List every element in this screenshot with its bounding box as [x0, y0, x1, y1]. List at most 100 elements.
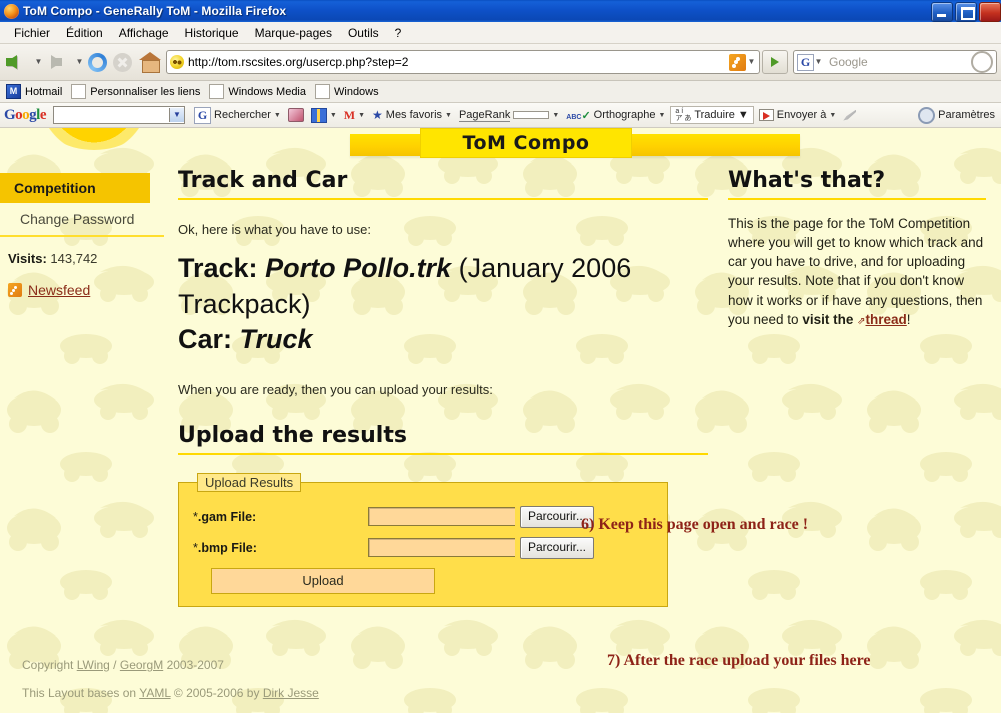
restore-button[interactable] [955, 2, 977, 22]
chevron-down-icon[interactable]: ▼ [552, 112, 559, 119]
site-banner-bar: ToM Compo [350, 128, 800, 158]
rss-feed-icon[interactable] [729, 53, 746, 71]
google-settings-button[interactable]: Paramètres [916, 106, 997, 124]
menu-edition[interactable]: Édition [58, 24, 111, 42]
address-bar[interactable]: http://tom.rscsites.org/usercp.php?step=… [166, 50, 760, 74]
navigation-toolbar: ▼ ▼ http://tom.rscsites.org/usercp.php?s… [0, 44, 1001, 81]
copyright-years: 2003-2007 [166, 658, 224, 672]
google-search-engine-icon[interactable]: G [797, 53, 814, 71]
bookmark-windows[interactable]: Windows [315, 84, 385, 99]
stop-icon[interactable] [113, 52, 132, 72]
right-column: What's that? This is the page for the To… [728, 168, 986, 329]
google-toolbar-search-input[interactable]: ▼ [53, 106, 186, 124]
bmp-file-browse-button[interactable]: Parcourir... [520, 536, 595, 559]
bookmark-label: Windows [334, 85, 379, 98]
track-and-car-info: Track: Porto Pollo.trk (January 2006 Tra… [178, 251, 708, 358]
forward-history-dropdown[interactable]: ▼ [75, 48, 84, 76]
send-to-button[interactable]: Envoyer à ▼ [757, 109, 838, 121]
menu-help[interactable]: ? [387, 24, 410, 42]
chevron-down-icon[interactable]: ▼ [658, 112, 665, 119]
rss-dropdown-icon[interactable]: ▼ [747, 48, 756, 76]
menu-affichage[interactable]: Affichage [111, 24, 177, 42]
google-search-label: Rechercher [214, 109, 271, 121]
forward-button[interactable] [45, 48, 73, 76]
main-column: Track and Car Ok, here is what you have … [178, 168, 708, 607]
menu-fichier[interactable]: Fichier [6, 24, 58, 42]
gam-file-label: *.gam File: [193, 510, 368, 524]
menu-outils[interactable]: Outils [340, 24, 387, 42]
author-lwing-link[interactable]: LWing [77, 658, 110, 672]
window-title: ToM Compo - GeneRally ToM - Mozilla Fire… [23, 4, 287, 18]
bookmarks-toolbar: Hotmail Personnaliser les liens Windows … [0, 81, 1001, 103]
sidebar-item-competition[interactable]: Competition [0, 173, 150, 203]
favicon-icon [170, 55, 184, 69]
sidebar-item-change-password[interactable]: Change Password [0, 203, 164, 235]
external-link-icon: ⇗ [857, 315, 866, 327]
search-icon[interactable] [971, 51, 993, 73]
chevron-down-icon[interactable]: ▼ [358, 112, 365, 119]
visits-counter: Visits: 143,742 [8, 251, 170, 266]
settings-label: Paramètres [938, 109, 995, 121]
newsfeed-link[interactable]: Newsfeed [28, 282, 90, 298]
google-bookmarks-button[interactable] [286, 108, 306, 122]
car-name: Truck [239, 324, 313, 355]
dirk-jesse-link[interactable]: Dirk Jesse [263, 686, 319, 700]
newsfeed-row[interactable]: Newsfeed [8, 282, 170, 298]
layout-prefix: This Layout bases on [22, 686, 137, 700]
site-banner-box: ToM Compo [420, 128, 632, 158]
visits-label: Visits: [8, 251, 47, 266]
star-icon: ★ [372, 108, 383, 122]
search-bar[interactable]: G ▼ Google [793, 50, 997, 74]
home-icon[interactable] [139, 52, 161, 73]
gam-file-label-text: .gam File: [197, 509, 257, 524]
google-favorites-button[interactable]: ★ Mes favoris ▼ [370, 108, 454, 122]
upload-submit-button[interactable]: Upload [211, 567, 435, 594]
yaml-link[interactable]: YAML [139, 686, 170, 700]
abc-check-icon: ABC✓ [566, 109, 591, 122]
car-label: Car: [178, 324, 233, 355]
thread-link[interactable]: thread [866, 312, 907, 327]
chevron-down-icon[interactable]: ▼ [738, 109, 749, 121]
reload-icon[interactable] [88, 52, 107, 72]
site-banner-title: ToM Compo [462, 132, 590, 154]
translate-chars-icon: a íア あ [675, 108, 692, 122]
gam-file-input[interactable] [368, 507, 515, 527]
window-titlebar: ToM Compo - GeneRally ToM - Mozilla Fire… [0, 0, 1001, 22]
go-button[interactable] [762, 50, 788, 74]
google-gift-button[interactable]: ▼ [309, 107, 339, 123]
chevron-down-icon[interactable]: ▼ [274, 112, 281, 119]
minimize-button[interactable] [931, 2, 953, 22]
author-separator: / [113, 658, 117, 672]
bookmark-windows-media[interactable]: Windows Media [209, 84, 312, 99]
menu-marque-pages[interactable]: Marque-pages [247, 24, 340, 42]
pagerank-label: PageRank [458, 108, 511, 122]
back-button[interactable] [4, 48, 32, 76]
bookmark-book-icon [287, 108, 304, 122]
chevron-down-icon[interactable]: ▼ [169, 108, 185, 122]
visit-the-label: visit the [802, 311, 854, 327]
author-georgm-link[interactable]: GeorgM [120, 658, 163, 672]
spellcheck-label: Orthographe [593, 109, 656, 121]
search-engine-dropdown-icon[interactable]: ▼ [814, 48, 823, 76]
bookmark-hotmail[interactable]: Hotmail [6, 84, 68, 99]
spellcheck-button[interactable]: ABC✓ Orthographe ▼ [564, 109, 667, 122]
page-icon [71, 84, 87, 99]
chevron-down-icon[interactable]: ▼ [330, 112, 337, 119]
window-controls [931, 2, 1001, 22]
translate-button[interactable]: a íア あ Traduire ▼ [670, 106, 754, 124]
close-button[interactable] [979, 2, 1001, 22]
arrow-right-icon [51, 55, 62, 69]
bmp-file-input[interactable] [368, 538, 515, 558]
firefox-logo-icon [4, 3, 19, 19]
chevron-down-icon[interactable]: ▼ [445, 112, 452, 119]
gmail-button[interactable]: M ▼ [342, 108, 367, 123]
search-input-placeholder: Google [829, 55, 868, 69]
pagerank-indicator[interactable]: PageRank ▼ [457, 109, 561, 122]
send-to-label: Envoyer à [776, 109, 827, 121]
google-search-button[interactable]: G Rechercher ▼ [192, 106, 283, 124]
highlight-button[interactable] [841, 109, 858, 121]
menu-historique[interactable]: Historique [177, 24, 247, 42]
bookmark-personnaliser-les-liens[interactable]: Personnaliser les liens [71, 84, 206, 99]
back-history-dropdown[interactable]: ▼ [34, 48, 43, 76]
chevron-down-icon[interactable]: ▼ [829, 112, 836, 119]
